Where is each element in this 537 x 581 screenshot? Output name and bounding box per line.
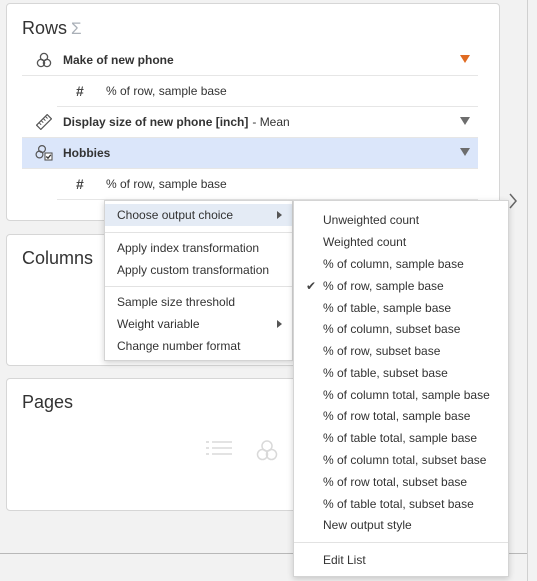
submenu-item-label: % of column, sample base bbox=[323, 257, 464, 271]
filter-icon[interactable] bbox=[460, 117, 470, 125]
menu-separator bbox=[105, 232, 292, 233]
submenu-item[interactable]: % of row, subset base bbox=[294, 340, 508, 362]
menu-item-sample-size-threshold[interactable]: Sample size threshold bbox=[105, 291, 292, 313]
submenu-item-label: Unweighted count bbox=[323, 213, 420, 227]
menu-separator bbox=[105, 286, 292, 287]
output-row-hobbies[interactable]: # % of row, sample base bbox=[57, 169, 478, 200]
submenu-item[interactable]: % of table total, sample base bbox=[294, 427, 508, 449]
submenu-item-label: % of table, subset base bbox=[323, 366, 448, 380]
multi-category-icon bbox=[35, 51, 53, 69]
submenu-item-label: % of row total, subset base bbox=[323, 475, 468, 489]
pages-drop-hint bbox=[205, 439, 279, 468]
output-row-make-of-new-phone[interactable]: # % of row, sample base bbox=[57, 76, 478, 107]
submenu-item-label: % of table total, subset base bbox=[323, 497, 474, 511]
caret-right-icon bbox=[277, 211, 282, 219]
submenu-item-label: % of table total, sample base bbox=[323, 431, 478, 445]
pages-title: Pages bbox=[22, 392, 74, 412]
sigma-icon[interactable]: Σ bbox=[71, 19, 82, 38]
menu-item-label: Apply custom transformation bbox=[117, 263, 270, 277]
menu-item-apply-custom-transformation[interactable]: Apply custom transformation bbox=[105, 259, 292, 281]
list-icon bbox=[205, 439, 233, 468]
submenu-item[interactable]: % of column, subset base bbox=[294, 318, 508, 340]
multi-response-icon bbox=[35, 144, 53, 162]
submenu-item[interactable]: % of column total, sample base bbox=[294, 384, 508, 406]
submenu-item-edit-list[interactable]: Edit List bbox=[294, 549, 508, 571]
hash-icon: # bbox=[76, 83, 84, 99]
submenu-item[interactable]: % of table, subset base bbox=[294, 362, 508, 384]
submenu-item-label: % of row total, sample base bbox=[323, 409, 471, 423]
submenu-item-label: % of table, sample base bbox=[323, 301, 452, 315]
filter-icon[interactable] bbox=[460, 148, 470, 156]
menu-item-label: Change number format bbox=[117, 339, 241, 353]
row-variable-hobbies[interactable]: Hobbies bbox=[22, 138, 478, 169]
hash-icon: # bbox=[76, 176, 84, 192]
context-menu: Choose output choice Apply index transfo… bbox=[104, 200, 293, 361]
menu-separator bbox=[294, 542, 508, 543]
variable-statistic: - Mean bbox=[252, 115, 290, 129]
vertical-divider bbox=[527, 0, 528, 581]
submenu-item-label: % of row, sample base bbox=[323, 279, 444, 293]
submenu-item-label: Edit List bbox=[323, 553, 366, 567]
rows-title: Rows Σ bbox=[22, 18, 82, 39]
menu-item-apply-index-transformation[interactable]: Apply index transformation bbox=[105, 237, 292, 259]
submenu-item-label: % of row, subset base bbox=[323, 344, 441, 358]
menu-item-label: Choose output choice bbox=[117, 208, 234, 222]
submenu-item[interactable]: Weighted count bbox=[294, 231, 508, 253]
submenu-item-label: Weighted count bbox=[323, 235, 407, 249]
menu-item-label: Weight variable bbox=[117, 317, 200, 331]
submenu-item-checked[interactable]: ✔ % of row, sample base bbox=[294, 275, 508, 297]
submenu-item[interactable]: % of column, sample base bbox=[294, 253, 508, 275]
filter-icon[interactable] bbox=[460, 55, 470, 63]
rows-panel: Rows Σ Make of new phone # % of row, samp… bbox=[6, 3, 500, 221]
submenu-item[interactable]: Unweighted count bbox=[294, 209, 508, 231]
menu-item-weight-variable[interactable]: Weight variable bbox=[105, 313, 292, 335]
multi-category-icon bbox=[255, 439, 279, 468]
submenu-item[interactable]: % of table, sample base bbox=[294, 297, 508, 319]
submenu-item[interactable]: % of row total, sample base bbox=[294, 405, 508, 427]
submenu-item[interactable]: % of row total, subset base bbox=[294, 471, 508, 493]
submenu-item[interactable]: % of column total, subset base bbox=[294, 449, 508, 471]
submenu-item-label: % of column, subset base bbox=[323, 322, 461, 336]
menu-item-change-number-format[interactable]: Change number format bbox=[105, 335, 292, 357]
chevron-right-icon[interactable] bbox=[508, 193, 518, 209]
menu-item-label: Sample size threshold bbox=[117, 295, 236, 309]
submenu-item[interactable]: % of table total, subset base bbox=[294, 493, 508, 515]
columns-title: Columns bbox=[22, 248, 94, 268]
output-choice-label: % of row, sample base bbox=[106, 177, 227, 191]
row-variable-display-size[interactable]: Display size of new phone [inch] - Mean bbox=[22, 107, 478, 138]
menu-item-choose-output-choice[interactable]: Choose output choice bbox=[105, 204, 292, 226]
output-choice-submenu: Unweighted count Weighted count % of col… bbox=[293, 200, 509, 577]
check-icon: ✔ bbox=[306, 279, 317, 293]
ruler-icon bbox=[35, 113, 53, 131]
submenu-item-label: New output style bbox=[323, 518, 412, 532]
submenu-item-label: % of column total, subset base bbox=[323, 453, 487, 467]
variable-name: Hobbies bbox=[63, 146, 111, 160]
submenu-item-label: % of column total, sample base bbox=[323, 388, 490, 402]
caret-right-icon bbox=[277, 320, 282, 328]
output-choice-label: % of row, sample base bbox=[106, 84, 227, 98]
rows-title-text: Rows bbox=[22, 18, 68, 38]
menu-item-label: Apply index transformation bbox=[117, 241, 260, 255]
row-variable-make-of-new-phone[interactable]: Make of new phone bbox=[22, 45, 478, 76]
submenu-item-new-output-style[interactable]: New output style bbox=[294, 514, 508, 536]
variable-name: Make of new phone bbox=[63, 53, 174, 67]
variable-name: Display size of new phone [inch] bbox=[63, 115, 249, 129]
